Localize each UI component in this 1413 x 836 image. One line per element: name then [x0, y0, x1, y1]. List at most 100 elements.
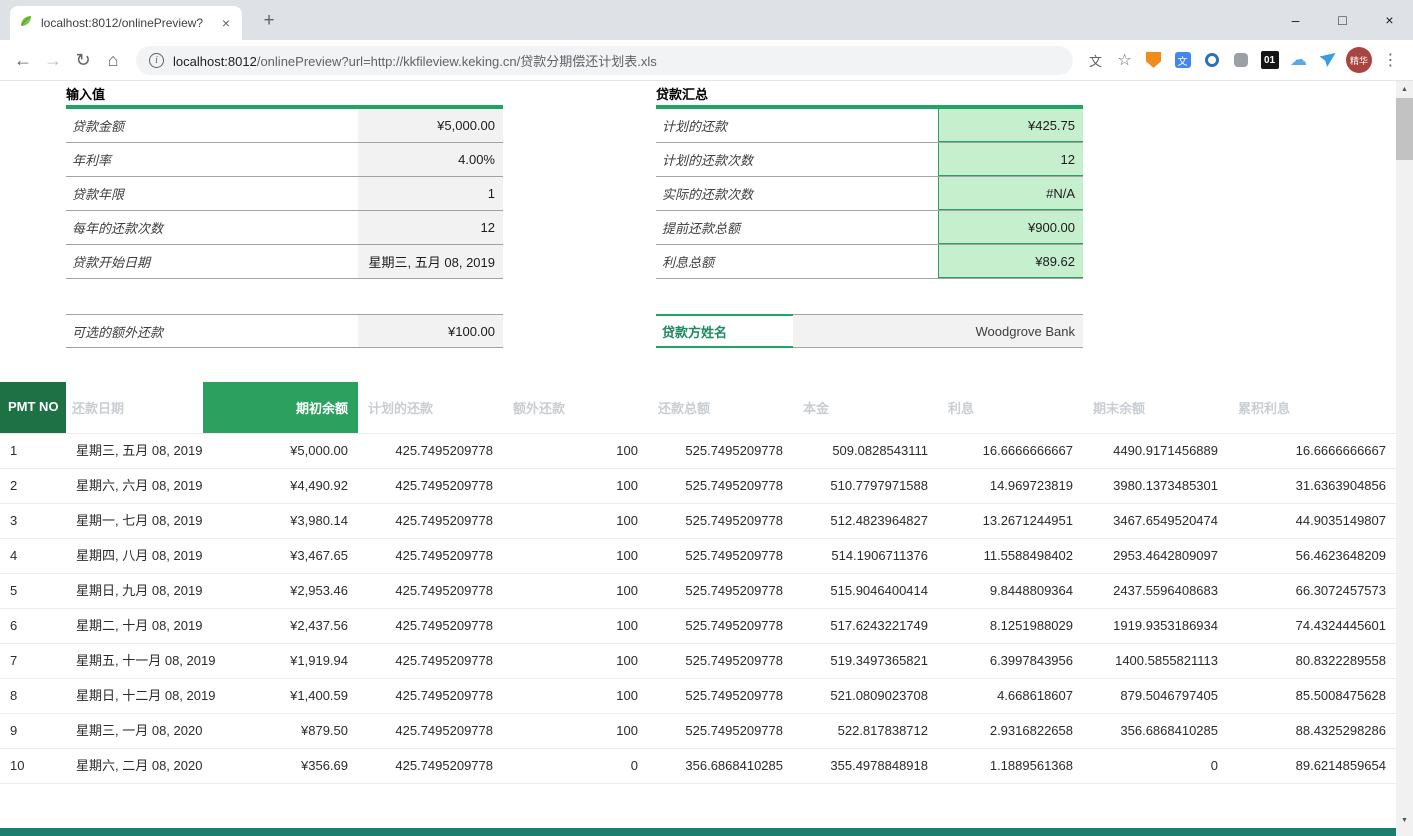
ring-extension-icon[interactable] [1197, 45, 1226, 75]
cloud-extension-icon[interactable]: ☁ [1284, 45, 1313, 75]
extra-payment-row: 可选的额外还款 ¥100.00 [66, 314, 503, 348]
table-cell: 16.6666666667 [1228, 433, 1396, 468]
field-value: ¥900.00 [938, 211, 1083, 244]
table-cell: 89.6214859654 [1228, 748, 1396, 783]
table-cell: 88.4325298286 [1228, 713, 1396, 748]
field-value: 12 [358, 211, 503, 244]
table-cell: 6.3997843956 [938, 643, 1083, 678]
tab-bar: localhost:8012/onlinePreview? × + – □ × [0, 0, 1413, 40]
table-cell: 1400.5855821113 [1083, 643, 1228, 678]
table-row: 7星期五, 十一月 08, 2019¥1,919.94425.749520977… [0, 643, 1396, 678]
table-cell: ¥4,490.92 [203, 468, 358, 503]
panel-row: 年利率4.00% [66, 143, 503, 177]
table-cell: 31.6363904856 [1228, 468, 1396, 503]
reload-button[interactable]: ↻ [68, 45, 98, 75]
field-label: 贷款方姓名 [656, 314, 793, 348]
column-header: 累积利息 [1228, 382, 1396, 433]
table-cell: 425.7495209778 [358, 748, 503, 783]
table-row: 6星期二, 十月 08, 2019¥2,437.56425.7495209778… [0, 608, 1396, 643]
table-cell: 515.9046400414 [793, 573, 938, 608]
table-cell: 2.9316822658 [938, 713, 1083, 748]
profile-avatar[interactable]: 精华 [1346, 47, 1372, 73]
bird-extension-icon[interactable] [1313, 45, 1342, 75]
window-maximize-button[interactable]: □ [1319, 0, 1366, 40]
table-cell: 509.0828543111 [793, 433, 938, 468]
translate-extension-icon[interactable]: 文 [1168, 45, 1197, 75]
table-cell: 星期二, 十月 08, 2019 [66, 608, 203, 643]
table-cell: ¥2,953.46 [203, 573, 358, 608]
column-header: 利息 [938, 382, 1083, 433]
field-value: ¥5,000.00 [358, 109, 503, 142]
summary-section-title: 贷款汇总 [656, 84, 708, 103]
field-label: 贷款开始日期 [66, 245, 358, 278]
field-label: 可选的额外还款 [66, 315, 358, 347]
table-cell: 1919.9353186934 [1083, 608, 1228, 643]
field-value: 4.00% [358, 143, 503, 176]
vertical-scrollbar[interactable]: ▲ ▼ [1396, 81, 1413, 836]
table-cell: 10 [0, 748, 66, 783]
table-cell: 517.6243221749 [793, 608, 938, 643]
badge-01-extension-icon[interactable]: 01 [1255, 45, 1284, 75]
shield-extension-icon[interactable] [1139, 45, 1168, 75]
table-row: 3星期一, 七月 08, 2019¥3,980.14425.7495209778… [0, 503, 1396, 538]
new-tab-button[interactable]: + [256, 9, 282, 35]
panel-row: 计划的还款次数12 [656, 143, 1083, 177]
table-cell: 425.7495209778 [358, 503, 503, 538]
table-cell: 425.7495209778 [358, 608, 503, 643]
window-minimize-button[interactable]: – [1272, 0, 1319, 40]
table-row: 5星期日, 九月 08, 2019¥2,953.46425.7495209778… [0, 573, 1396, 608]
forward-button[interactable]: → [38, 45, 68, 75]
field-value: ¥89.62 [938, 245, 1083, 278]
table-row: 4星期四, 八月 08, 2019¥3,467.65425.7495209778… [0, 538, 1396, 573]
tab-close-icon[interactable]: × [218, 15, 234, 31]
address-bar[interactable]: i localhost:8012/onlinePreview?url=http:… [136, 46, 1073, 75]
table-cell: 355.4978848918 [793, 748, 938, 783]
table-cell: ¥5,000.00 [203, 433, 358, 468]
browser-tab[interactable]: localhost:8012/onlinePreview? × [10, 6, 242, 40]
scroll-down-icon[interactable]: ▼ [1396, 812, 1413, 829]
table-row: 9星期三, 一月 08, 2020¥879.50425.749520977810… [0, 713, 1396, 748]
column-header: 计划的还款 [358, 382, 503, 433]
home-button[interactable]: ⌂ [98, 45, 128, 75]
table-cell: 4490.9171456889 [1083, 433, 1228, 468]
table-cell: 356.6868410285 [1083, 713, 1228, 748]
table-cell: 100 [503, 468, 648, 503]
table-cell: 100 [503, 503, 648, 538]
panel-row: 贷款开始日期星期三, 五月 08, 2019 [66, 245, 503, 279]
bookmark-star-icon[interactable]: ☆ [1110, 45, 1139, 75]
translate-page-icon[interactable]: 文 [1081, 45, 1110, 75]
browser-menu-icon[interactable]: ⋮ [1376, 45, 1405, 75]
column-header: 额外还款 [503, 382, 648, 433]
column-header: PMT NO [0, 382, 66, 433]
table-cell: 44.9035149807 [1228, 503, 1396, 538]
scroll-up-icon[interactable]: ▲ [1396, 81, 1413, 98]
table-cell: 519.3497365821 [793, 643, 938, 678]
browser-toolbar: ← → ↻ ⌂ i localhost:8012/onlinePreview?u… [0, 40, 1413, 81]
sheet-footer-bar [0, 828, 1396, 836]
field-label: 计划的还款 [656, 109, 938, 142]
table-cell: 9 [0, 713, 66, 748]
table-cell: 1 [0, 433, 66, 468]
tab-title: localhost:8012/onlinePreview? [41, 16, 211, 30]
table-row: 8星期日, 十二月 08, 2019¥1,400.59425.749520977… [0, 678, 1396, 713]
scrollbar-thumb[interactable] [1396, 98, 1413, 160]
table-cell: 425.7495209778 [358, 433, 503, 468]
field-value: ¥425.75 [938, 109, 1083, 142]
gray-extension-icon[interactable] [1226, 45, 1255, 75]
page-info-icon[interactable]: i [149, 53, 164, 68]
panel-row: 贷款金额¥5,000.00 [66, 109, 503, 143]
table-cell: 100 [503, 678, 648, 713]
table-cell: 521.0809023708 [793, 678, 938, 713]
back-button[interactable]: ← [8, 45, 38, 75]
leaf-favicon-icon [18, 13, 34, 34]
table-cell: 8.1251988029 [938, 608, 1083, 643]
table-cell: 100 [503, 433, 648, 468]
field-label: 提前还款总额 [656, 211, 938, 244]
window-close-button[interactable]: × [1366, 0, 1413, 40]
table-cell: 425.7495209778 [358, 468, 503, 503]
table-cell: 356.6868410285 [648, 748, 793, 783]
table-cell: 425.7495209778 [358, 713, 503, 748]
panel-row: 贷款年限1 [66, 177, 503, 211]
table-cell: ¥1,400.59 [203, 678, 358, 713]
field-label: 贷款年限 [66, 177, 358, 210]
